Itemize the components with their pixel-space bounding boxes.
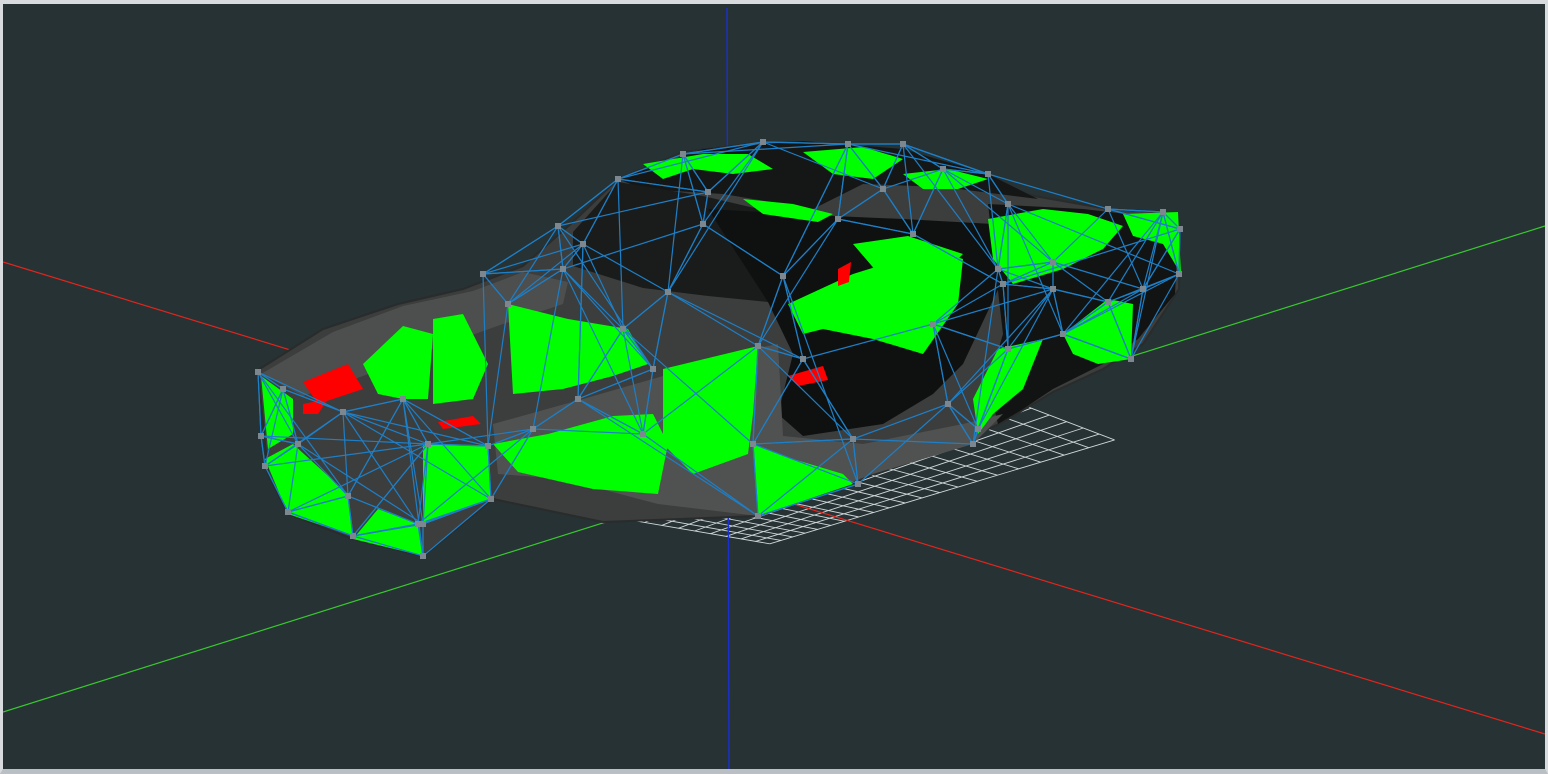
vertex-handle[interactable] [1105,206,1111,212]
vertex-handle[interactable] [280,386,286,392]
vertex-handle[interactable] [680,151,686,157]
vertex-handle[interactable] [530,426,536,432]
vertex-handle[interactable] [620,326,626,332]
vertex-handle[interactable] [975,426,981,432]
3d-viewport[interactable] [3,4,1545,769]
vertex-handle[interactable] [970,441,976,447]
vertex-handle[interactable] [485,443,491,449]
vertex-handle[interactable] [1050,259,1056,265]
viewport-canvas[interactable] [3,4,1545,769]
vertex-handle[interactable] [760,139,766,145]
vertex-handle[interactable] [910,231,916,237]
vertex-handle[interactable] [1105,299,1111,305]
vertex-handle[interactable] [850,436,856,442]
vertex-handle[interactable] [845,141,851,147]
vertex-handle[interactable] [705,189,711,195]
vertex-handle[interactable] [985,171,991,177]
vertex-handle[interactable] [880,186,886,192]
vertex-handle[interactable] [420,521,426,527]
vertex-handle[interactable] [262,463,268,469]
vertex-handle[interactable] [480,271,486,277]
vertex-handle[interactable] [505,301,511,307]
vertex-handle[interactable] [1050,286,1056,292]
vertex-handle[interactable] [340,409,346,415]
viewport-frame [0,0,1548,774]
vertex-handle[interactable] [560,266,566,272]
vertex-handle[interactable] [295,441,301,447]
vertex-handle[interactable] [930,321,936,327]
vertex-handle[interactable] [700,221,706,227]
vertex-handle[interactable] [580,241,586,247]
vertex-handle[interactable] [755,513,761,519]
vertex-handle[interactable] [255,369,261,375]
vertex-handle[interactable] [1005,346,1011,352]
vertex-handle[interactable] [780,273,786,279]
vertex-handle[interactable] [615,176,621,182]
vertex-handle[interactable] [1128,356,1134,362]
vertex-handle[interactable] [995,266,1001,272]
vertex-handle[interactable] [1005,201,1011,207]
vertex-handle[interactable] [400,396,406,402]
vertex-handle[interactable] [940,166,946,172]
vertex-handle[interactable] [1000,281,1006,287]
vertex-handle[interactable] [800,356,806,362]
vertex-handle[interactable] [835,216,841,222]
vertex-handle[interactable] [285,509,291,515]
vertex-handle[interactable] [945,401,951,407]
vertex-handle[interactable] [640,431,646,437]
vertex-handle[interactable] [575,396,581,402]
vertex-handle[interactable] [1160,209,1166,215]
vertex-handle[interactable] [665,289,671,295]
vertex-handle[interactable] [425,441,431,447]
vertex-handle[interactable] [1177,226,1183,232]
vertex-handle[interactable] [755,343,761,349]
vertex-handle[interactable] [1060,331,1066,337]
vertex-handle[interactable] [900,141,906,147]
vertex-handle[interactable] [258,433,264,439]
vertex-handle[interactable] [420,553,426,559]
vertex-handle[interactable] [555,223,561,229]
vertex-handle[interactable] [750,441,756,447]
vertex-handle[interactable] [650,366,656,372]
vertex-handle[interactable] [350,533,356,539]
vertex-handle[interactable] [1140,286,1146,292]
vertex-handle[interactable] [488,496,494,502]
vertex-handle[interactable] [345,493,351,499]
vertex-handle[interactable] [855,481,861,487]
vertex-handle[interactable] [1176,271,1182,277]
